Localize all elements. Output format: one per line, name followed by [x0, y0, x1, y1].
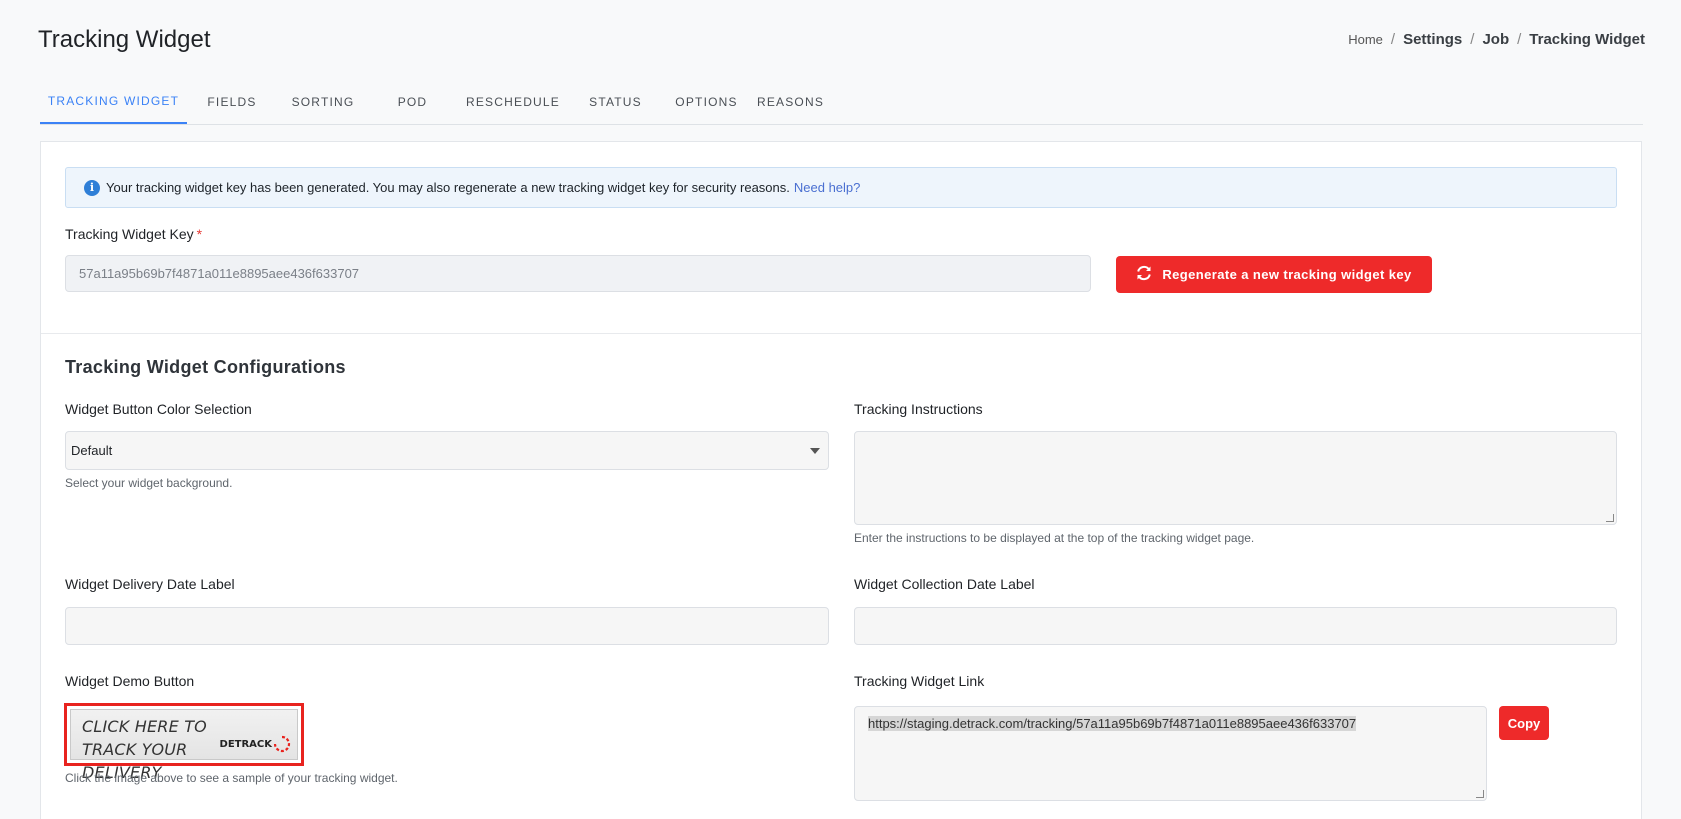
button-color-helper: Select your widget background.: [65, 476, 233, 490]
info-icon: i: [84, 179, 100, 196]
chevron-down-icon: [810, 448, 820, 454]
tracking-widget-key-label: Tracking Widget Key *: [65, 226, 202, 242]
delivery-date-label-input[interactable]: [65, 607, 829, 645]
tab-pod[interactable]: POD: [369, 80, 456, 124]
tracking-link-value: https://staging.detrack.com/tracking/57a…: [868, 716, 1357, 731]
alert-message: Your tracking widget key has been genera…: [106, 180, 790, 195]
tab-reschedule[interactable]: RESCHEDULE: [456, 80, 570, 124]
tab-status[interactable]: STATUS: [570, 80, 661, 124]
detrack-logo-text: DETRACK: [219, 738, 272, 750]
info-alert: i Your tracking widget key has been gene…: [65, 167, 1617, 208]
collection-date-label-label: Widget Collection Date Label: [854, 576, 1035, 592]
tab-reasons[interactable]: REASONS: [752, 80, 829, 124]
tracking-instructions-textarea[interactable]: [854, 431, 1617, 525]
demo-button-helper: Click the image above to see a sample of…: [65, 771, 398, 785]
tracking-link-label: Tracking Widget Link: [854, 673, 985, 689]
demo-button-label: Widget Demo Button: [65, 673, 195, 689]
page-title: Tracking Widget: [38, 26, 211, 53]
button-color-label: Widget Button Color Selection: [65, 401, 252, 417]
configurations-title: Tracking Widget Configurations: [65, 357, 346, 377]
breadcrumb-current: Tracking Widget: [1529, 31, 1645, 48]
widget-demo-button[interactable]: CLICK HERE TO TRACK YOUR DELIVERY DETRAC…: [64, 703, 304, 782]
tracking-widget-card: i Your tracking widget key has been gene…: [40, 141, 1642, 819]
regenerate-key-button[interactable]: Regenerate a new tracking widget key: [1116, 256, 1432, 293]
tracking-link-textarea[interactable]: https://staging.detrack.com/tracking/57a…: [854, 706, 1487, 801]
delivery-date-label-label: Widget Delivery Date Label: [65, 576, 235, 592]
resize-handle-icon[interactable]: [1606, 514, 1614, 522]
breadcrumb: Home / Settings / Job / Tracking Widget: [1348, 31, 1645, 48]
need-help-link[interactable]: Need help?: [794, 180, 861, 195]
button-color-selected-value: Default: [71, 443, 113, 458]
breadcrumb-separator: /: [1470, 31, 1475, 48]
breadcrumb-settings[interactable]: Settings: [1403, 31, 1462, 48]
tab-fields[interactable]: FIELDS: [187, 80, 277, 124]
breadcrumb-separator: /: [1517, 31, 1522, 48]
tab-bar: TRACKING WIDGET FIELDS SORTING POD RESCH…: [40, 80, 1643, 125]
tab-options[interactable]: OPTIONS: [661, 80, 752, 124]
button-color-select[interactable]: Default: [65, 431, 829, 470]
tab-sorting[interactable]: SORTING: [277, 80, 369, 124]
breadcrumb-job[interactable]: Job: [1482, 31, 1509, 48]
refresh-icon: [1136, 265, 1152, 284]
tracking-instructions-label: Tracking Instructions: [854, 401, 983, 417]
detrack-logo-icon: DETRACK: [220, 735, 291, 753]
copy-link-button[interactable]: Copy: [1499, 706, 1549, 740]
tracking-widget-key-field[interactable]: 57a11a95b69b7f4871a011e8895aee436f633707: [65, 255, 1091, 292]
section-divider: [41, 333, 1641, 334]
required-mark: *: [196, 226, 203, 242]
tracking-widget-key-label-text: Tracking Widget Key: [65, 226, 194, 242]
breadcrumb-separator: /: [1390, 31, 1396, 48]
tab-tracking-widget[interactable]: TRACKING WIDGET: [40, 80, 187, 124]
breadcrumb-home[interactable]: Home: [1348, 32, 1383, 47]
resize-handle-icon[interactable]: [1476, 790, 1484, 798]
regenerate-key-button-label: Regenerate a new tracking widget key: [1162, 267, 1412, 282]
collection-date-label-input[interactable]: [854, 607, 1617, 645]
demo-button-image: CLICK HERE TO TRACK YOUR DELIVERY DETRAC…: [70, 709, 298, 782]
tracking-instructions-helper: Enter the instructions to be displayed a…: [854, 531, 1255, 545]
